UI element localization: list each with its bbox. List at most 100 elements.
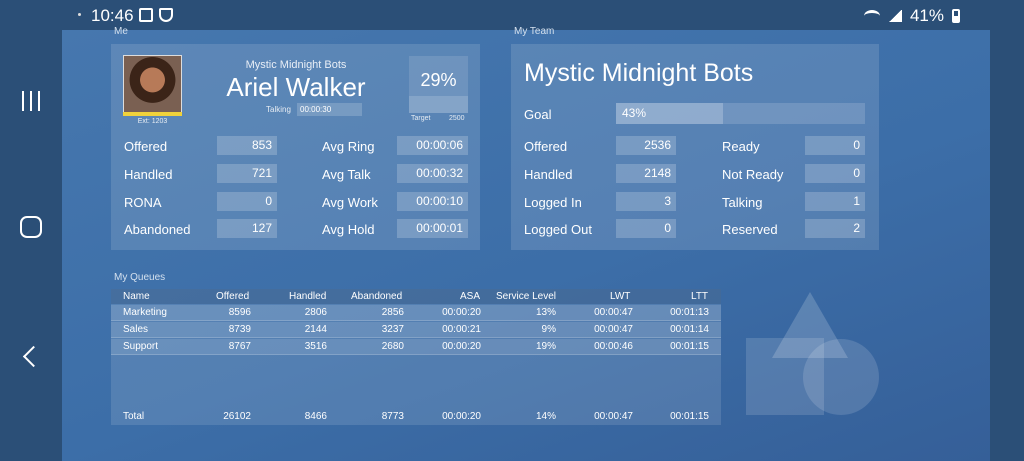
table-cell: 3237 xyxy=(381,324,404,335)
table-row[interactable]: Marketing 8596 2806 2856 00:00:20 13% 00… xyxy=(111,305,721,321)
table-cell: 00:00:47 xyxy=(594,324,633,335)
right-edge xyxy=(990,0,1024,461)
me-stat-value: 853 xyxy=(217,136,277,155)
target-gauge: 29% xyxy=(409,56,468,113)
table-cell: 2856 xyxy=(381,307,404,318)
team-stat-value: 2 xyxy=(805,219,865,238)
column-header: Name xyxy=(123,291,150,302)
me-stat-label: Abandoned xyxy=(124,222,191,237)
table-cell: 13% xyxy=(535,307,556,318)
team-stat-label: Not Ready xyxy=(722,167,784,182)
status-time: 10:46 xyxy=(91,6,134,25)
total-row: Total 26102 8466 8773 00:00:20 14% 00:00… xyxy=(111,409,721,425)
extension-label: Ext: 1203 xyxy=(137,118,168,125)
agent-state-label: Talking xyxy=(266,105,291,114)
table-cell: 00:00:20 xyxy=(442,341,481,352)
agent-state-timer: 00:00:30 xyxy=(297,103,362,116)
goal-progress-bar: 43% xyxy=(616,103,865,124)
table-cell: 2680 xyxy=(381,341,404,352)
back-icon[interactable] xyxy=(18,345,44,371)
table-cell: 00:01:15 xyxy=(670,341,709,352)
me-stat-value: 0 xyxy=(217,192,277,211)
table-cell: 00:00:20 xyxy=(442,307,481,318)
recents-icon[interactable] xyxy=(18,88,44,114)
me-stat-value: 127 xyxy=(217,219,277,238)
table-cell: 00:01:13 xyxy=(670,307,709,318)
avatar-status-bar xyxy=(123,112,182,116)
target-fill xyxy=(409,96,468,113)
team-stat-label: Logged Out xyxy=(524,222,592,237)
avatar xyxy=(123,55,182,114)
shield-icon xyxy=(159,8,173,22)
me-stat-label: Avg Work xyxy=(322,195,378,210)
notification-icon xyxy=(139,8,153,22)
table-cell: 3516 xyxy=(304,341,327,352)
team-stat-label: Offered xyxy=(524,139,568,154)
team-stat-value: 0 xyxy=(805,164,865,183)
team-stat-label: Reserved xyxy=(722,222,778,237)
column-header: Service Level xyxy=(496,291,557,302)
me-stat-value: 00:00:10 xyxy=(397,192,468,211)
target-percent: 29% xyxy=(420,70,457,90)
me-stat-label: Offered xyxy=(124,139,168,154)
table-cell: 8773 xyxy=(381,411,404,422)
table-cell: 8767 xyxy=(228,341,251,352)
team-stat-label: Ready xyxy=(722,139,760,154)
table-cell: 8739 xyxy=(228,324,251,335)
goal-percent: 43% xyxy=(622,106,647,120)
column-header: Offered xyxy=(216,291,250,302)
battery-percent: 41% xyxy=(909,6,944,25)
me-stat-label: RONA xyxy=(124,195,162,210)
table-cell: 2806 xyxy=(304,307,327,318)
table-cell: 14% xyxy=(535,411,556,422)
dot-icon xyxy=(78,13,81,16)
table-row[interactable]: Sales 8739 2144 3237 00:00:21 9% 00:00:4… xyxy=(111,322,721,338)
home-icon[interactable] xyxy=(20,216,42,238)
status-bar: 10:46 41% xyxy=(0,0,1024,30)
table-row[interactable]: Support 8767 3516 2680 00:00:20 19% 00:0… xyxy=(111,339,721,355)
queues-table: Name Offered Handled Abandoned ASA Servi… xyxy=(111,289,721,425)
queue-name: Sales xyxy=(123,324,149,335)
wifi-icon xyxy=(863,10,880,22)
target-value: 2500 xyxy=(449,115,465,122)
me-stat-label: Avg Hold xyxy=(322,222,375,237)
team-stat-value: 3 xyxy=(616,192,676,211)
column-header: Handled xyxy=(289,291,327,302)
team-stat-value: 0 xyxy=(805,136,865,155)
team-stat-value: 0 xyxy=(616,219,676,238)
target-label: Target xyxy=(411,115,431,122)
dashboard: Me Ext: 1203 Mystic Midnight Bots Ariel … xyxy=(62,26,990,461)
nav-bar xyxy=(0,0,62,461)
total-label: Total xyxy=(123,411,145,422)
queue-name: Marketing xyxy=(123,307,167,318)
table-cell: 00:00:47 xyxy=(594,411,633,422)
team-stat-label: Handled xyxy=(524,167,573,182)
me-stat-label: Avg Talk xyxy=(322,167,371,182)
column-header: ASA xyxy=(460,291,481,302)
me-stat-label: Avg Ring xyxy=(322,139,375,154)
table-cell: 00:00:47 xyxy=(594,307,633,318)
table-cell: 19% xyxy=(535,341,556,352)
table-cell: 00:01:14 xyxy=(670,324,709,335)
team-panel: Mystic Midnight Bots Goal 43% Offered 25… xyxy=(511,44,879,250)
table-cell: 26102 xyxy=(223,411,251,422)
table-cell: 2144 xyxy=(304,324,327,335)
agent-name: Ariel Walker xyxy=(226,72,366,102)
shapes-logo-icon xyxy=(746,292,879,415)
agent-team-name: Mystic Midnight Bots xyxy=(245,59,347,71)
me-stat-label: Handled xyxy=(124,167,173,182)
queue-name: Support xyxy=(123,341,159,352)
me-section-label: Me xyxy=(114,26,128,37)
table-cell: 00:00:21 xyxy=(442,324,481,335)
team-stat-value: 1 xyxy=(805,192,865,211)
me-stat-value: 00:00:06 xyxy=(397,136,468,155)
signal-icon xyxy=(887,10,902,22)
table-cell: 00:01:15 xyxy=(670,411,709,422)
table-cell: 00:00:20 xyxy=(442,411,481,422)
table-header: Name Offered Handled Abandoned ASA Servi… xyxy=(111,289,721,304)
column-header: LTT xyxy=(691,291,709,302)
goal-label: Goal xyxy=(524,107,552,122)
team-title: Mystic Midnight Bots xyxy=(524,59,754,87)
column-header: LWT xyxy=(610,291,631,302)
team-stat-label: Logged In xyxy=(524,195,582,210)
